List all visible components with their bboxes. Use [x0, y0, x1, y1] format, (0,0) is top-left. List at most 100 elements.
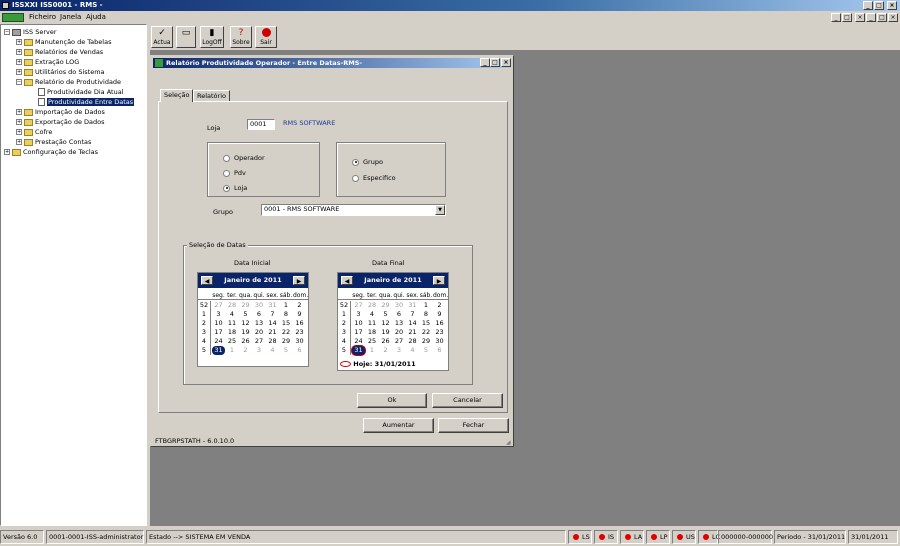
calendar-day[interactable]: 8 — [280, 310, 293, 319]
calendar-day[interactable]: 2 — [293, 301, 306, 310]
expand-icon[interactable]: + — [16, 49, 22, 55]
calendar-day[interactable]: 5 — [280, 346, 293, 355]
calendar-day[interactable]: 27 — [253, 337, 266, 346]
calendar-day[interactable]: 5 — [379, 310, 392, 319]
calendar-day[interactable]: 11 — [226, 319, 239, 328]
window-button[interactable]: ▭ — [176, 26, 196, 48]
close-icon[interactable]: × — [887, 1, 897, 10]
calendar-day[interactable]: 26 — [239, 337, 252, 346]
tree-item-manutencao[interactable]: + Manutenção de Tabelas — [16, 37, 111, 47]
tree-item-config-teclas[interactable]: + Configuração de Teclas — [4, 147, 98, 157]
calendar-day-selected[interactable]: 31 — [352, 346, 365, 355]
calendar-day[interactable]: 24 — [352, 337, 365, 346]
tree-item-exportacao[interactable]: + Exportação de Dados — [16, 117, 105, 127]
grupo-select[interactable]: 0001 - RMS SOFTWARE ▼ — [261, 204, 446, 216]
calendar-day[interactable]: 6 — [393, 310, 406, 319]
calendar-day[interactable]: 19 — [239, 328, 252, 337]
menu-janela[interactable]: Janela — [60, 11, 81, 24]
mdi-restore-icon[interactable]: □ — [842, 13, 852, 22]
radio-especifico[interactable]: Especifico — [352, 173, 396, 183]
calendar-day[interactable]: 8 — [420, 310, 433, 319]
expand-icon[interactable]: + — [4, 149, 10, 155]
calendar-day[interactable]: 16 — [293, 319, 306, 328]
prev-month-icon[interactable]: ◀ — [341, 276, 353, 285]
calendar-day[interactable]: 18 — [366, 328, 379, 337]
calendar-day[interactable]: 6 — [293, 346, 306, 355]
radio-pdv[interactable]: Pdv — [223, 168, 246, 178]
calendar-day[interactable]: 9 — [433, 310, 446, 319]
radio-operador[interactable]: Operador — [223, 153, 265, 163]
calendar-day[interactable]: 13 — [253, 319, 266, 328]
expand-icon[interactable]: + — [16, 69, 22, 75]
calendar-day[interactable]: 1 — [420, 301, 433, 310]
tree-root[interactable]: − ISS Server — [4, 27, 57, 37]
calendar-day[interactable]: 7 — [406, 310, 419, 319]
mdi2-restore-icon[interactable]: □ — [877, 13, 887, 22]
expand-icon[interactable]: + — [16, 59, 22, 65]
calendar-day[interactable]: 2 — [239, 346, 252, 355]
expand-icon[interactable]: + — [16, 139, 22, 145]
calendar-day[interactable]: 23 — [293, 328, 306, 337]
radio-loja[interactable]: Loja — [223, 183, 247, 193]
calendar-day[interactable]: 6 — [253, 310, 266, 319]
calendar-day[interactable]: 22 — [420, 328, 433, 337]
calendar-day[interactable]: 4 — [226, 310, 239, 319]
prev-month-icon[interactable]: ◀ — [201, 276, 213, 285]
sobre-button[interactable]: ? Sobre — [230, 26, 252, 48]
calendar-day[interactable]: 17 — [352, 328, 365, 337]
tree-item-extracao-log[interactable]: + Extração LOG — [16, 57, 79, 67]
maximize-icon[interactable]: □ — [874, 1, 884, 10]
mdi-close-icon[interactable]: × — [855, 13, 865, 22]
loja-code-input[interactable]: 0001 — [247, 119, 275, 130]
dialog-minimize-icon[interactable]: _ — [480, 58, 490, 67]
tab-selecao[interactable]: Seleção — [160, 89, 194, 102]
calendar-day[interactable]: 30 — [433, 337, 446, 346]
aumentar-button[interactable]: Aumentar — [363, 418, 434, 433]
expand-icon[interactable]: + — [16, 39, 22, 45]
calendar-today[interactable]: Hoje: 31/01/2011 — [340, 360, 416, 368]
minimize-icon[interactable]: _ — [863, 1, 873, 10]
calendar-day[interactable]: 24 — [212, 337, 225, 346]
calendar-day[interactable]: 19 — [379, 328, 392, 337]
tree-item-produtividade-dia[interactable]: Produtividade Dia Atual — [38, 87, 124, 97]
calendar-day[interactable]: 14 — [406, 319, 419, 328]
menu-ficheiro[interactable]: Ficheiro — [29, 11, 56, 24]
calendar-day[interactable]: 26 — [379, 337, 392, 346]
calendar-day[interactable]: 9 — [293, 310, 306, 319]
sair-button[interactable]: Sair — [255, 26, 277, 48]
dialog-maximize-icon[interactable]: □ — [490, 58, 500, 67]
ok-button[interactable]: Ok — [357, 393, 427, 408]
expand-icon[interactable]: + — [16, 109, 22, 115]
calendar-day[interactable]: 13 — [393, 319, 406, 328]
calendar-day[interactable]: 23 — [433, 328, 446, 337]
mdi-minimize-icon[interactable]: _ — [831, 13, 841, 22]
calendar-day[interactable]: 31 — [406, 301, 419, 310]
calendar-day[interactable]: 6 — [433, 346, 446, 355]
fechar-button[interactable]: Fechar — [438, 418, 509, 433]
calendar-day[interactable]: 3 — [393, 346, 406, 355]
calendar-day[interactable]: 3 — [212, 310, 225, 319]
calendar-day-selected[interactable]: 31 — [212, 346, 225, 355]
calendar-day[interactable]: 20 — [253, 328, 266, 337]
calendar-day[interactable]: 3 — [352, 310, 365, 319]
cancel-button[interactable]: Cancelar — [432, 393, 503, 408]
calendar-day[interactable]: 27 — [393, 337, 406, 346]
expand-icon[interactable]: + — [16, 129, 22, 135]
calendar-day[interactable]: 25 — [226, 337, 239, 346]
tree-item-prestacao[interactable]: + Prestação Contas — [16, 137, 91, 147]
calendar-day[interactable]: 12 — [379, 319, 392, 328]
calendar-day[interactable]: 22 — [280, 328, 293, 337]
calendar-day[interactable]: 2 — [433, 301, 446, 310]
calendar-day[interactable]: 25 — [366, 337, 379, 346]
calendar-data-final[interactable]: ◀ Janeiro de 2011 ▶ seg. ter. qua. qui. sex.… — [337, 272, 449, 371]
calendar-day[interactable]: 20 — [393, 328, 406, 337]
tree-item-produtividade[interactable]: − Relatório de Produtividade — [16, 77, 121, 87]
calendar-day[interactable]: 4 — [366, 310, 379, 319]
calendar-day[interactable]: 10 — [212, 319, 225, 328]
calendar-data-inicial[interactable]: ◀ Janeiro de 2011 ▶ seg. ter. qua. qui. sex.… — [197, 272, 309, 367]
mdi2-minimize-icon[interactable]: _ — [866, 13, 876, 22]
calendar-day[interactable]: 18 — [226, 328, 239, 337]
next-month-icon[interactable]: ▶ — [293, 276, 305, 285]
calendar-day[interactable]: 3 — [253, 346, 266, 355]
logoff-button[interactable]: ▮ LogOff — [200, 26, 224, 48]
